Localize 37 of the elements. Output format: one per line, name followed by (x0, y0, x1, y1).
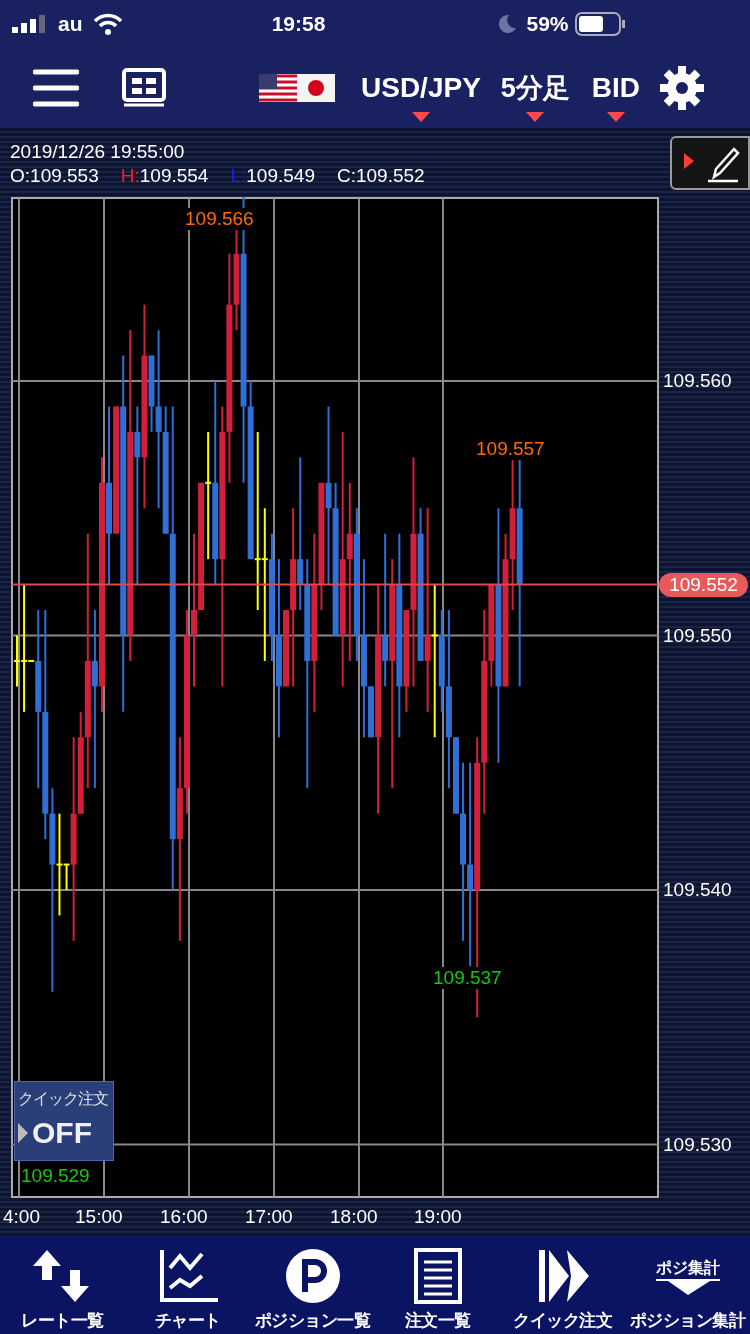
nav-tab[interactable]: 注文一覧 (375, 1236, 500, 1334)
price-marker: 109.537 (432, 967, 503, 989)
flags-icon (259, 74, 335, 102)
ohlc-value: C:109.552 (337, 164, 425, 188)
time-axis-label: 4:00 (3, 1206, 40, 1228)
time-axis-label: 15:00 (75, 1206, 123, 1228)
wifi-icon (92, 13, 123, 35)
nav-tab[interactable]: ポジション一覧 (250, 1236, 375, 1334)
drawing-tool-button[interactable] (670, 136, 750, 190)
battery-percent: 59% (526, 11, 569, 38)
signal-icon (12, 15, 46, 33)
price-marker: 109.566 (184, 208, 255, 230)
quick-order-toggle[interactable]: クイック注文 OFF (14, 1081, 114, 1161)
menu-icon[interactable] (33, 69, 79, 107)
time-axis-label: 18:00 (330, 1206, 378, 1228)
battery-icon (574, 12, 625, 36)
current-price-badge: 109.552 (659, 572, 748, 597)
ohlc-value: H:109.554 (120, 164, 209, 188)
price-axis-label: 109.540 (663, 879, 732, 901)
clock-text: 19:58 (270, 11, 327, 38)
price-axis-label: 109.560 (663, 370, 732, 392)
nav-tab[interactable]: レート一覧 (0, 1236, 125, 1334)
ohlc-value: L:109.549 (230, 164, 315, 188)
nav-tab[interactable]: チャート (125, 1236, 250, 1334)
time-axis-label: 17:00 (245, 1206, 293, 1228)
nav-tab[interactable]: クイック注文 (500, 1236, 625, 1334)
ohlc-value: O:109.553 (10, 164, 99, 188)
nav-tab[interactable]: ポジ集計 ポジション集計 (625, 1236, 750, 1334)
time-axis-label: 19:00 (414, 1206, 462, 1228)
price-axis-label: 109.550 (663, 624, 732, 647)
carrier-text: au (58, 11, 83, 38)
settings-icon[interactable] (660, 66, 705, 110)
time-axis-label: 16:00 (160, 1206, 208, 1228)
candle-datetime: 2019/12/26 19:55:00 (10, 140, 186, 164)
price-axis-label: 109.530 (663, 1133, 732, 1156)
layout-grid-icon[interactable] (121, 68, 167, 108)
moon-icon (496, 14, 517, 34)
